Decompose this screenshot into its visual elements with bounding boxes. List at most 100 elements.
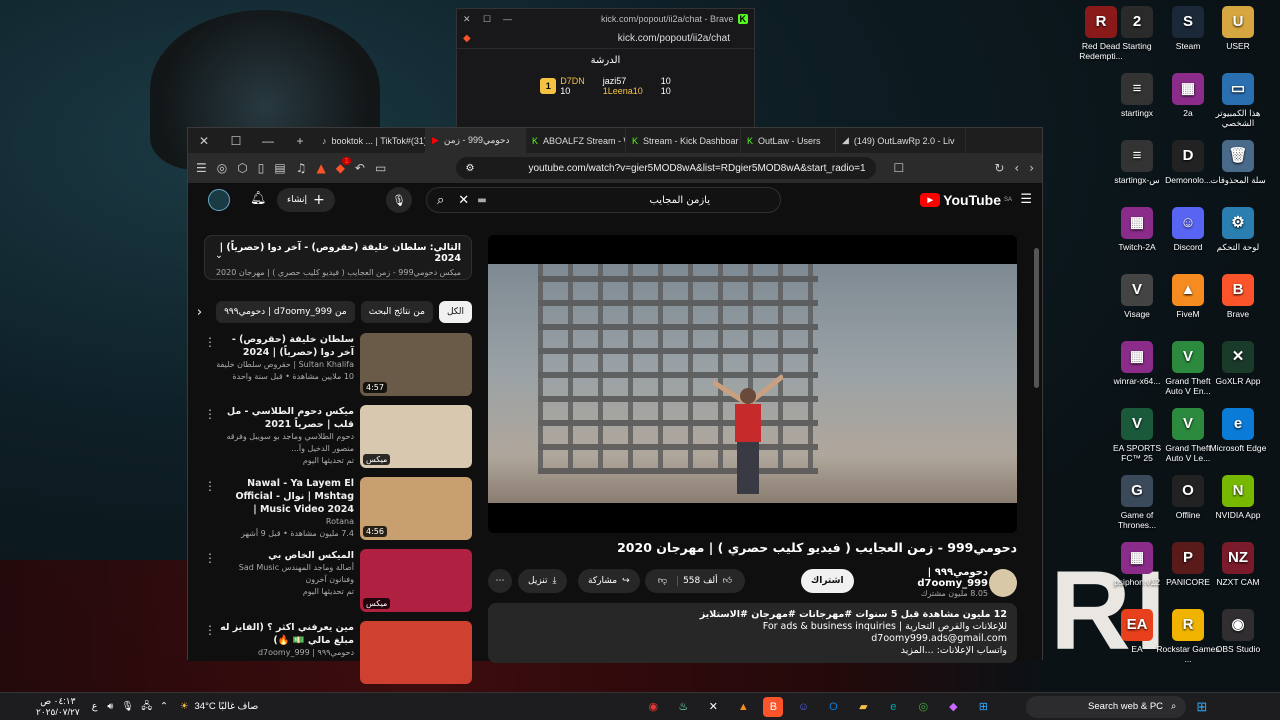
video-thumbnail[interactable]: 4:56	[360, 477, 472, 540]
search-box[interactable]: Search web & PC ⌕	[1026, 695, 1187, 718]
search-icon[interactable]: ⌕	[437, 193, 444, 208]
forward-icon[interactable]: ›	[1029, 161, 1034, 175]
recommended-video[interactable]: 4:57 سلطان خليفة (حقروص) - آخر دوا (حصريا…	[204, 333, 472, 399]
maximize-icon[interactable]: ☐	[220, 134, 252, 148]
channel-name[interactable]: Rotana	[216, 516, 354, 528]
subscribe-button[interactable]: اشتراك	[801, 569, 854, 593]
start-icon[interactable]: ⊞	[1196, 699, 1207, 715]
description-line-3[interactable]: واتساب الإعلانات: ...المزيد	[498, 645, 1007, 657]
weather-text[interactable]: 34°C صاف غالبًا	[195, 701, 259, 712]
video-thumbnail[interactable]: ميكس	[360, 405, 472, 468]
chip-channel[interactable]: من d7oomy_999 | دحومي٩٩٩	[216, 301, 355, 323]
minimize-icon[interactable]: —	[252, 134, 284, 148]
menu-icon[interactable]: ☰	[196, 161, 207, 175]
recommended-video[interactable]: مين يعرفني اكثر ؟ (الفايز له مبلغ مالي 💵…	[204, 621, 472, 687]
desktop-icon[interactable]: ▭ هذا الكمبيوتر الشخصي	[1206, 73, 1270, 128]
desktop-icon[interactable]: U USER	[1206, 6, 1270, 51]
kick-url[interactable]: kick.com/popout/ii2a/chat	[618, 33, 730, 44]
video-thumbnail[interactable]: ميكس	[360, 549, 472, 612]
minimize-icon[interactable]: —	[503, 14, 523, 24]
volume-icon[interactable]: 🔊︎	[107, 701, 113, 712]
brave-shield-icon[interactable]: ◆	[463, 33, 471, 44]
chevron-left-icon[interactable]: ‹	[197, 305, 202, 320]
rewards-icon[interactable]: ▲	[316, 161, 325, 175]
recommended-video[interactable]: ميكس الميكس الخاص بي أصالة وماجد المهندس S…	[204, 549, 472, 615]
brave-icon[interactable]: ◉	[643, 697, 663, 717]
steam-icon[interactable]: ♨	[673, 697, 693, 717]
more-options-icon[interactable]: ⋮	[204, 407, 216, 421]
brave-shield-icon[interactable]: ◆ 1	[336, 157, 351, 175]
search-bar[interactable]: ⌕ ✕ ▬ يازمن المجايب	[426, 187, 781, 213]
share-button[interactable]: مشاركة ↪	[578, 569, 640, 593]
fivem-icon[interactable]: ▲	[733, 697, 753, 717]
bookmark-icon[interactable]: ☐	[894, 161, 905, 175]
share-icon[interactable]: ↶	[355, 161, 365, 175]
browser-tab[interactable]: ◢ (149) OutLawRp 2.0 - Liv	[836, 128, 966, 153]
weather-icon[interactable]: ☀	[180, 701, 189, 712]
back-icon[interactable]: ‹	[1014, 161, 1019, 175]
desktop-icon[interactable]: 🗑 سلة المحذوفات	[1206, 140, 1270, 185]
reader-icon[interactable]: ▤	[274, 161, 285, 175]
leaderboard-user-2[interactable]: jazi57	[603, 76, 643, 86]
desktop-icon[interactable]: ◉ OBS Studio	[1206, 609, 1270, 654]
download-button[interactable]: تنزيل ⤓	[518, 569, 567, 593]
recommended-video[interactable]: ميكس ميكس دحوم الطلاسي - مل قلب | حصرياً …	[204, 405, 472, 471]
dislike-icon[interactable]: 👎︎	[658, 576, 679, 586]
video-player[interactable]	[488, 235, 1017, 533]
keyboard-icon[interactable]: ▬	[477, 195, 486, 206]
more-actions-button[interactable]: ⋯	[488, 569, 512, 593]
kick-address-bar[interactable]: ◆ kick.com/popout/ii2a/chat	[457, 29, 754, 49]
desktop-icon[interactable]: N NVIDIA App	[1206, 475, 1270, 520]
goxlr-icon[interactable]: ✕	[703, 697, 723, 717]
media-icon[interactable]: ♫	[296, 161, 307, 175]
mic-icon[interactable]: 🎙︎	[386, 187, 412, 213]
outlook-icon[interactable]: O	[823, 697, 843, 717]
leaderboard-user-1[interactable]: D7DN	[560, 76, 585, 86]
scrollbar[interactable]	[1034, 248, 1039, 388]
more-options-icon[interactable]: ⋮	[204, 623, 216, 637]
channel-name[interactable]: دحومي٩٩٩ | d7oomy_999	[858, 567, 988, 589]
browser-window[interactable]: ✕ ☐ — + ♪ booktok ... | TikTok#(31) ▶ دحومي…	[187, 127, 1043, 684]
close-icon[interactable]: ✕	[463, 14, 483, 25]
chip-all[interactable]: الكل	[438, 301, 472, 323]
channel-avatar[interactable]	[989, 569, 1017, 597]
discord-icon[interactable]: ☺	[793, 697, 813, 717]
cast-icon[interactable]: ▭	[375, 161, 386, 175]
video-description[interactable]: 12 مليون مشاهدة قبل 5 سنوات #مهرجانات #م…	[488, 603, 1017, 663]
chip-search-results[interactable]: من نتائج البحث	[360, 301, 433, 323]
desktop-icon[interactable]: NZ NZXT CAM	[1206, 542, 1270, 587]
brave-browser-icon[interactable]: B	[763, 696, 784, 717]
desktop-icon[interactable]: ⚙ لوحة التحكم	[1206, 207, 1270, 252]
channel-info[interactable]: دحومي٩٩٩ | d7oomy_999 8.05 مليون مشترك	[858, 567, 988, 598]
browser-tab[interactable]: K OutLaw - Users	[741, 128, 836, 153]
desktop-icon[interactable]: ✕ GoXLR App	[1206, 341, 1270, 386]
more-options-icon[interactable]: ⋮	[204, 479, 216, 493]
hamburger-icon[interactable]: ☰	[1020, 192, 1032, 207]
desktop-icon[interactable]: B Brave	[1206, 274, 1270, 319]
recommended-video[interactable]: 4:56 Nawal - Ya Layem El Mshtag | نوال - …	[204, 477, 472, 543]
browser-tab[interactable]: ♪ booktok ... | TikTok#(31)	[316, 128, 426, 153]
edge-icon[interactable]: e	[883, 697, 903, 717]
channel-name[interactable]: Sultan Khalifa | حقروص سلطان خليفة	[216, 359, 354, 371]
network-icon[interactable]: 🖧	[141, 699, 152, 715]
copilot-icon[interactable]: ◆	[943, 697, 963, 717]
create-button[interactable]: إنشاء +	[277, 188, 335, 212]
browser-tab[interactable]: K Stream - Kick Dashboar	[626, 128, 741, 153]
desktop-icon[interactable]: e Microsoft Edge	[1206, 408, 1270, 453]
channel-name[interactable]: دحوم الطلاسي وماجد بو سويبل وفرقه منصور …	[216, 431, 354, 455]
new-tab-button[interactable]: +	[284, 134, 316, 148]
address-bar[interactable]: ⚙ youtube.com/watch?v=gier5MOD8wA&list=R…	[455, 157, 876, 179]
search-input[interactable]: يازمن المجايب	[649, 195, 710, 206]
chrome-icon[interactable]: ◎	[913, 697, 933, 717]
channel-name[interactable]: دحومي٩٩٩ | d7oomy_999	[216, 647, 354, 659]
folder-icon[interactable]: ▰	[853, 697, 873, 717]
chevron-down-icon[interactable]: ⌄	[215, 250, 223, 261]
vpn-icon[interactable]: ⬡	[237, 161, 247, 175]
like-icon[interactable]: 👍︎	[723, 576, 732, 586]
sidebar-icon[interactable]: ▯	[258, 161, 265, 175]
close-icon[interactable]: ✕	[188, 134, 220, 148]
notifications-icon[interactable]: 🔔︎	[250, 191, 267, 206]
clear-search-icon[interactable]: ✕	[458, 193, 469, 208]
wallet-icon[interactable]: ◎	[217, 161, 227, 175]
kick-chat-window[interactable]: ✕ ☐ — kick.com/popout/ii2a/chat - Brave …	[456, 8, 755, 130]
